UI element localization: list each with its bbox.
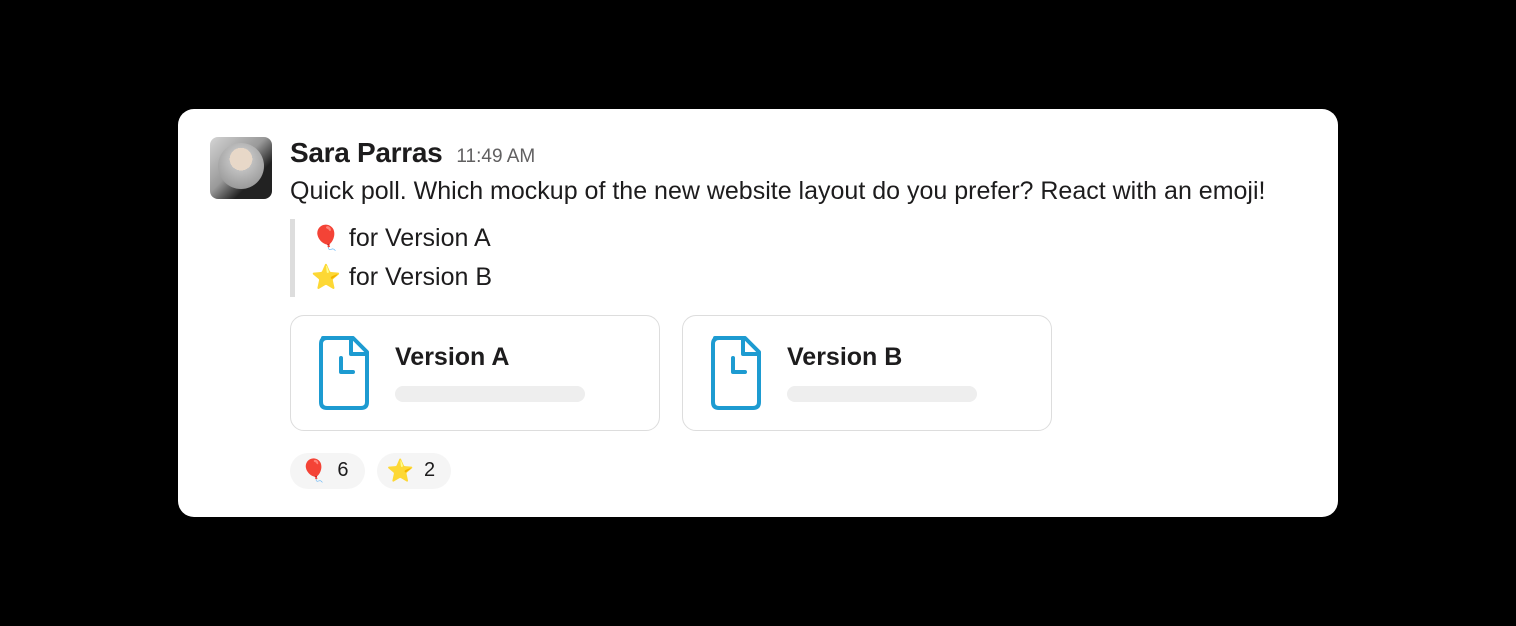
poll-option: 🎈 for Version A: [311, 219, 1306, 258]
poll-option-label: for Version B: [349, 258, 492, 297]
reaction-pill[interactable]: 🎈 6: [290, 453, 365, 489]
file-icon: [707, 336, 765, 410]
star-icon: ⭐: [311, 259, 341, 296]
message-text: Quick poll. Which mockup of the new webs…: [290, 173, 1306, 209]
file-icon: [315, 336, 373, 410]
attachment-card[interactable]: Version B: [682, 315, 1052, 431]
poll-option-label: for Version A: [349, 219, 491, 258]
balloon-icon: 🎈: [300, 458, 327, 484]
avatar[interactable]: [210, 137, 272, 199]
message-timestamp: 11:49 AM: [456, 146, 535, 168]
attachment-body: Version B: [787, 343, 1027, 402]
attachment-placeholder: [787, 386, 977, 402]
star-icon: ⭐: [387, 458, 414, 484]
poll-options-block: 🎈 for Version A ⭐ for Version B: [290, 219, 1306, 297]
message-content: Sara Parras 11:49 AM Quick poll. Which m…: [290, 137, 1306, 489]
poll-option: ⭐ for Version B: [311, 258, 1306, 297]
balloon-icon: 🎈: [311, 220, 341, 257]
attachment-body: Version A: [395, 343, 635, 402]
message-header: Sara Parras 11:49 AM: [290, 137, 1306, 169]
attachment-title: Version A: [395, 343, 635, 372]
author-name[interactable]: Sara Parras: [290, 137, 442, 169]
message-card: Sara Parras 11:49 AM Quick poll. Which m…: [178, 109, 1338, 517]
reactions-bar: 🎈 6 ⭐ 2: [290, 453, 1306, 489]
reaction-count: 6: [337, 459, 348, 482]
attachments: Version A Version B: [290, 315, 1306, 431]
reaction-count: 2: [424, 459, 435, 482]
attachment-card[interactable]: Version A: [290, 315, 660, 431]
attachment-title: Version B: [787, 343, 1027, 372]
attachment-placeholder: [395, 386, 585, 402]
reaction-pill[interactable]: ⭐ 2: [377, 453, 452, 489]
